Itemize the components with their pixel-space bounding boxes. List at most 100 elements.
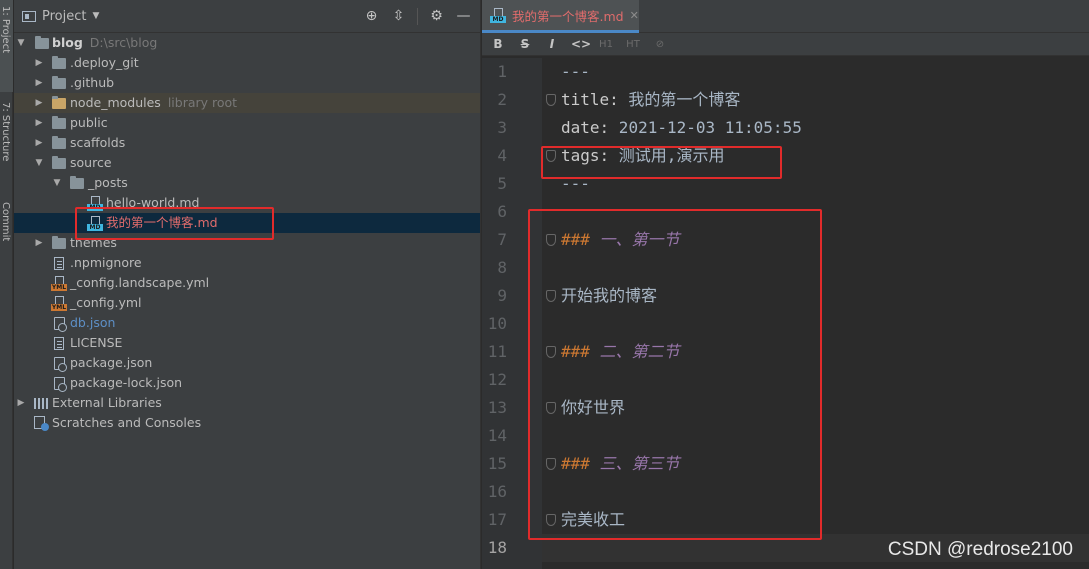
tree-row-deploy-git[interactable]: ▶ .deploy_git <box>14 53 480 73</box>
project-view-icon <box>22 10 36 22</box>
chevron-right-icon[interactable]: ▶ <box>34 93 44 113</box>
italic-button[interactable]: I <box>544 37 560 51</box>
tree-label: .github <box>70 75 115 90</box>
tree-label: .deploy_git <box>70 55 139 70</box>
hide-icon[interactable]: — <box>455 8 472 25</box>
code-line-3: date: 2021-12-03 11:05:55 <box>561 114 802 142</box>
tree-row-npmignore[interactable]: .npmignore <box>14 253 480 273</box>
annotation-box-selected-file <box>75 207 274 240</box>
line-number: 1 <box>497 62 507 81</box>
chevron-right-icon[interactable]: ▶ <box>34 233 44 253</box>
chevron-right-icon[interactable]: ▶ <box>16 393 26 413</box>
chevron-down-icon[interactable]: ▼ <box>52 173 62 193</box>
code-button[interactable]: <> <box>571 37 591 51</box>
tree-row-scratches[interactable]: Scratches and Consoles <box>14 413 480 433</box>
header-down-button[interactable]: HT <box>625 39 641 50</box>
tree-row-external-libraries[interactable]: ▶ External Libraries <box>14 393 480 413</box>
line-number: 5 <box>497 174 507 193</box>
code-editor[interactable]: 1 2 3 4 5 6 7 8 9 10 11 12 13 14 15 16 1… <box>482 58 1089 569</box>
editor-area: MD 我的第一个博客.md ✕ B S I <> H1 HT ⊘ 1 2 3 4… <box>482 0 1089 569</box>
text-file-icon <box>54 337 64 350</box>
project-panel-header: Project ▼ ⊕ ⇳ ⚙ — <box>14 0 480 33</box>
close-icon[interactable]: ✕ <box>630 9 639 22</box>
folder-icon <box>52 116 66 129</box>
project-view-title[interactable]: Project <box>42 9 86 24</box>
line-number: 17 <box>487 510 507 529</box>
line-number: 14 <box>487 426 507 445</box>
yaml-value: 2021-12-03 11:05:55 <box>609 118 802 137</box>
tree-row-package-json[interactable]: package.json <box>14 353 480 373</box>
chevron-right-icon[interactable]: ▶ <box>34 133 44 153</box>
tab-my-first-blog[interactable]: MD 我的第一个博客.md ✕ <box>482 0 639 33</box>
project-panel: Project ▼ ⊕ ⇳ ⚙ — ▼ blog D:\src\blog ▶ .d… <box>14 0 481 569</box>
stripe-tab-structure[interactable]: 7: Structure <box>0 100 13 180</box>
tree-label: package-lock.json <box>70 375 183 390</box>
editor-tabs: MD 我的第一个博客.md ✕ <box>482 0 1089 33</box>
tree-row-node-modules[interactable]: ▶ node_modules library root <box>14 93 480 113</box>
yaml-file-icon: YML <box>51 276 67 291</box>
chevron-right-icon[interactable]: ▶ <box>34 113 44 133</box>
json-file-icon <box>54 377 67 392</box>
line-number: 7 <box>497 230 507 249</box>
folder-icon <box>70 176 84 189</box>
tree-label: Scratches and Consoles <box>52 415 202 430</box>
tree-label: _config.landscape.yml <box>70 275 210 290</box>
tree-row-source[interactable]: ▼ source <box>14 153 480 173</box>
tab-title: 我的第一个博客.md <box>512 8 624 24</box>
chevron-right-icon[interactable]: ▶ <box>34 73 44 93</box>
tree-hint: D:\src\blog <box>89 35 158 50</box>
tree-row-config[interactable]: YML _config.yml <box>14 293 480 313</box>
tree-row-scaffolds[interactable]: ▶ scaffolds <box>14 133 480 153</box>
tree-row-posts[interactable]: ▼ _posts <box>14 173 480 193</box>
tree-row-db-json[interactable]: db.json <box>14 313 480 333</box>
tool-window-stripe: 1: Project 7: Structure Commit <box>0 0 13 569</box>
link-icon[interactable]: ⊘ <box>652 39 668 50</box>
chevron-down-icon[interactable]: ▼ <box>16 33 26 53</box>
line-number: 13 <box>487 398 507 417</box>
line-number: 15 <box>487 454 507 473</box>
line-number: 9 <box>497 286 507 305</box>
annotation-box-tags <box>541 146 782 179</box>
chevron-down-icon[interactable]: ▼ <box>92 11 99 21</box>
tree-row-license[interactable]: LICENSE <box>14 333 480 353</box>
scratches-icon <box>34 416 49 431</box>
library-icon <box>34 398 48 409</box>
tree-row-blog[interactable]: ▼ blog D:\src\blog <box>14 33 480 53</box>
chevron-down-icon[interactable]: ▼ <box>34 153 44 173</box>
tree-row-github[interactable]: ▶ .github <box>14 73 480 93</box>
markdown-file-icon: MD <box>490 7 506 23</box>
chevron-right-icon[interactable]: ▶ <box>34 53 44 73</box>
tree-row-config-landscape[interactable]: YML _config.landscape.yml <box>14 273 480 293</box>
tree-label: source <box>70 155 112 170</box>
yaml-file-icon: YML <box>51 296 67 311</box>
folder-icon <box>52 56 66 69</box>
header-up-button[interactable]: H1 <box>598 39 614 50</box>
line-number: 8 <box>497 258 507 277</box>
annotation-box-content <box>528 209 822 540</box>
locate-icon[interactable]: ⊕ <box>363 8 380 25</box>
tree-label: scaffolds <box>70 135 126 150</box>
line-number: 6 <box>497 202 507 221</box>
yaml-key: date: <box>561 118 610 137</box>
collapse-all-icon[interactable]: ⇳ <box>390 8 407 25</box>
line-number: 4 <box>497 146 507 165</box>
stripe-tab-commit-label: Commit <box>0 202 11 242</box>
gear-icon[interactable]: ⚙ <box>428 8 445 25</box>
stripe-tab-structure-label: 7: Structure <box>0 102 11 162</box>
tree-hint: library root <box>167 95 238 110</box>
line-number-current: 18 <box>487 538 507 557</box>
bold-button[interactable]: B <box>490 37 506 51</box>
tree-row-package-lock[interactable]: package-lock.json <box>14 373 480 393</box>
folder-icon <box>52 236 66 249</box>
json-file-icon <box>54 357 67 372</box>
tree-label: _config.yml <box>70 295 142 310</box>
stripe-tab-commit[interactable]: Commit <box>0 200 13 260</box>
line-number: 11 <box>487 342 507 361</box>
stripe-tab-project[interactable]: 1: Project <box>0 0 13 92</box>
fold-marker-icon[interactable] <box>546 94 556 106</box>
tree-label: public <box>70 115 108 130</box>
strikethrough-button[interactable]: S <box>517 37 533 51</box>
tree-label: _posts <box>88 175 128 190</box>
tree-row-public[interactable]: ▶ public <box>14 113 480 133</box>
folder-icon <box>52 136 66 149</box>
